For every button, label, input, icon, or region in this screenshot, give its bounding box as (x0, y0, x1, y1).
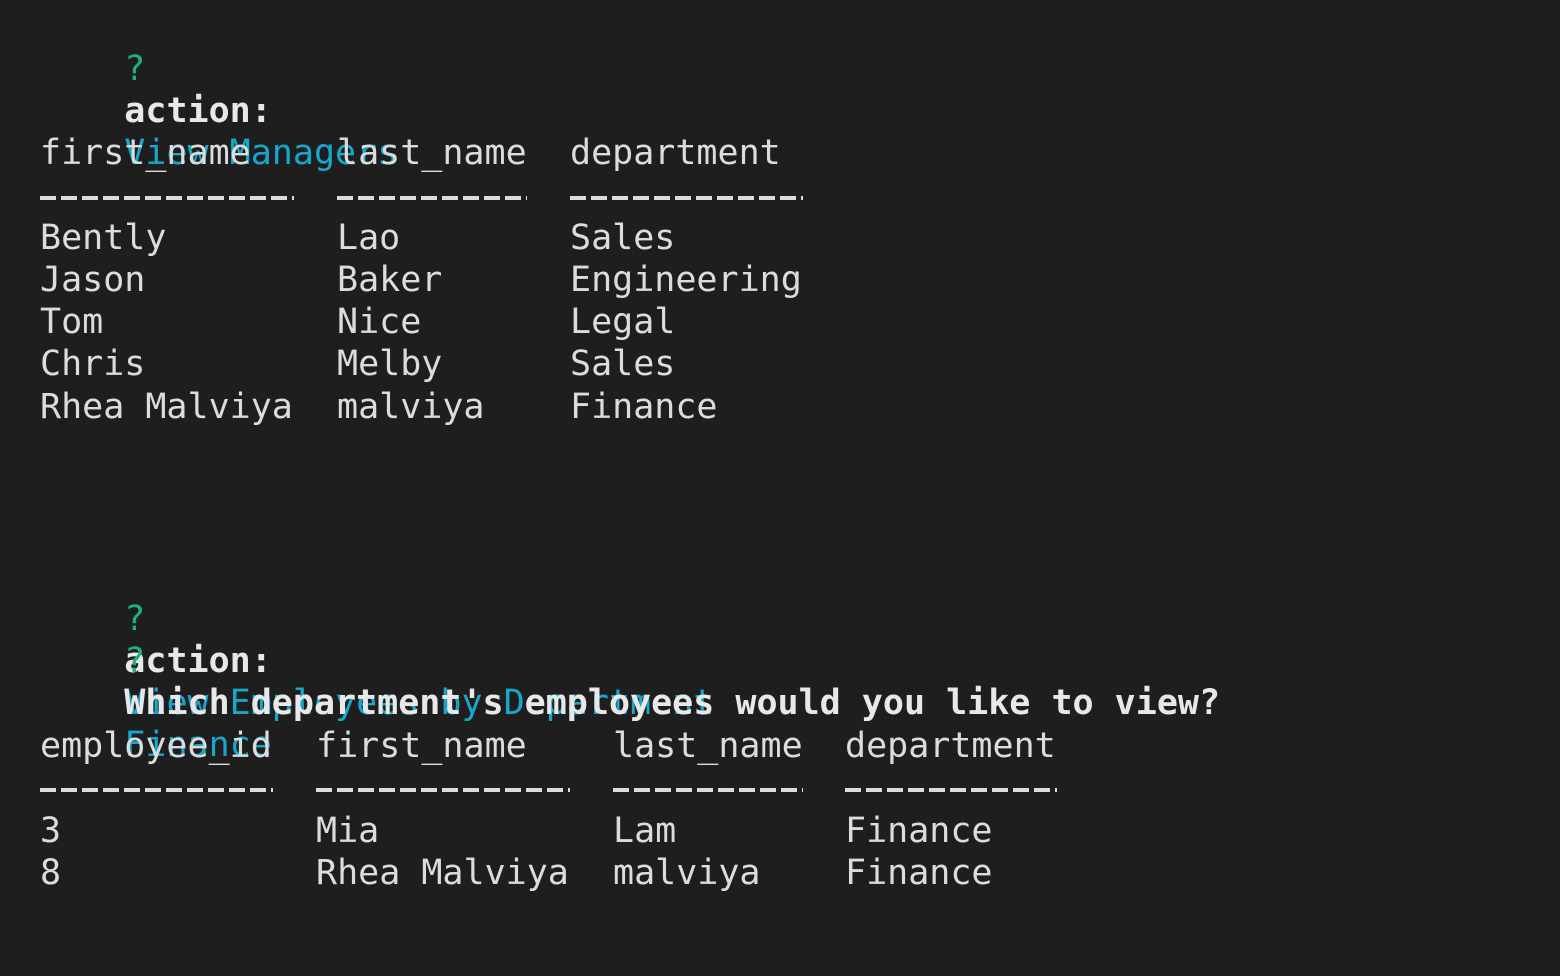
cell-employee-id: 3 (40, 811, 62, 851)
action-prompt-line: ? action: View Managers (40, 6, 398, 173)
column-header-last-name: last_name (613, 726, 803, 766)
column-header-employee-id: employee_id (40, 726, 272, 766)
column-header-department: department (570, 133, 781, 173)
employees-table-header: employee_id first_name last_name departm… (40, 726, 1440, 768)
cell-first-name: Jason (40, 260, 146, 300)
table-row: Chris Melby Sales (40, 344, 1440, 386)
cell-department: Engineering (570, 260, 802, 300)
cell-department: Finance (570, 387, 718, 427)
table-row: Bently Lao Sales (40, 218, 1440, 260)
cell-last-name: malviya (613, 853, 761, 893)
table-row: Rhea Malviya malviya Finance (40, 387, 1440, 429)
divider-last-name (337, 196, 527, 200)
cell-last-name: Lam (613, 811, 677, 851)
cell-department: Legal (570, 302, 676, 342)
cell-department: Sales (570, 344, 676, 384)
cell-first-name: Bently (40, 218, 167, 258)
employees-table-divider (40, 768, 1440, 810)
divider-first-name (40, 196, 294, 200)
prompt-marker: ? (124, 49, 167, 89)
prompt-marker: ? (124, 641, 167, 681)
department-question-line: ? Which department's employees would you… (40, 598, 1241, 765)
cell-department: Finance (845, 853, 993, 893)
divider-department (845, 788, 1057, 792)
action-label: action: (124, 91, 293, 131)
divider-employee-id (40, 788, 273, 792)
cell-first-name: Tom (40, 302, 104, 342)
cell-first-name: Chris (40, 344, 146, 384)
table-row: Tom Nice Legal (40, 302, 1440, 344)
managers-table-divider (40, 176, 1440, 218)
table-row: 8 Rhea Malviya malviya Finance (40, 853, 1440, 895)
cell-first-name: Rhea Malviya (316, 853, 569, 893)
divider-first-name (316, 788, 570, 792)
column-header-first-name: first_name (40, 133, 251, 173)
cell-department: Sales (570, 218, 676, 258)
cell-last-name: Nice (337, 302, 422, 342)
cell-department: Finance (845, 811, 993, 851)
cell-first-name: Rhea Malviya (40, 387, 293, 427)
cell-last-name: Melby (337, 344, 443, 384)
divider-department (570, 196, 803, 200)
cell-first-name: Mia (316, 811, 380, 851)
table-row: Jason Baker Engineering (40, 260, 1440, 302)
column-header-last-name: last_name (337, 133, 527, 173)
cell-last-name: Baker (337, 260, 443, 300)
cell-last-name: malviya (337, 387, 485, 427)
question-label: Which department's employees would you l… (124, 683, 1242, 723)
managers-table-header: first_name last_name department (40, 133, 1440, 175)
cell-last-name: Lao (337, 218, 401, 258)
terminal-window: ? action: View Managers first_name last_… (0, 0, 1560, 976)
action-prompt-line: ? action: View Employees by Department (40, 556, 714, 723)
column-header-first-name: first_name (316, 726, 527, 766)
divider-last-name (613, 788, 803, 792)
table-row: 3 Mia Lam Finance (40, 811, 1440, 853)
cell-employee-id: 8 (40, 853, 62, 893)
column-header-department: department (845, 726, 1056, 766)
